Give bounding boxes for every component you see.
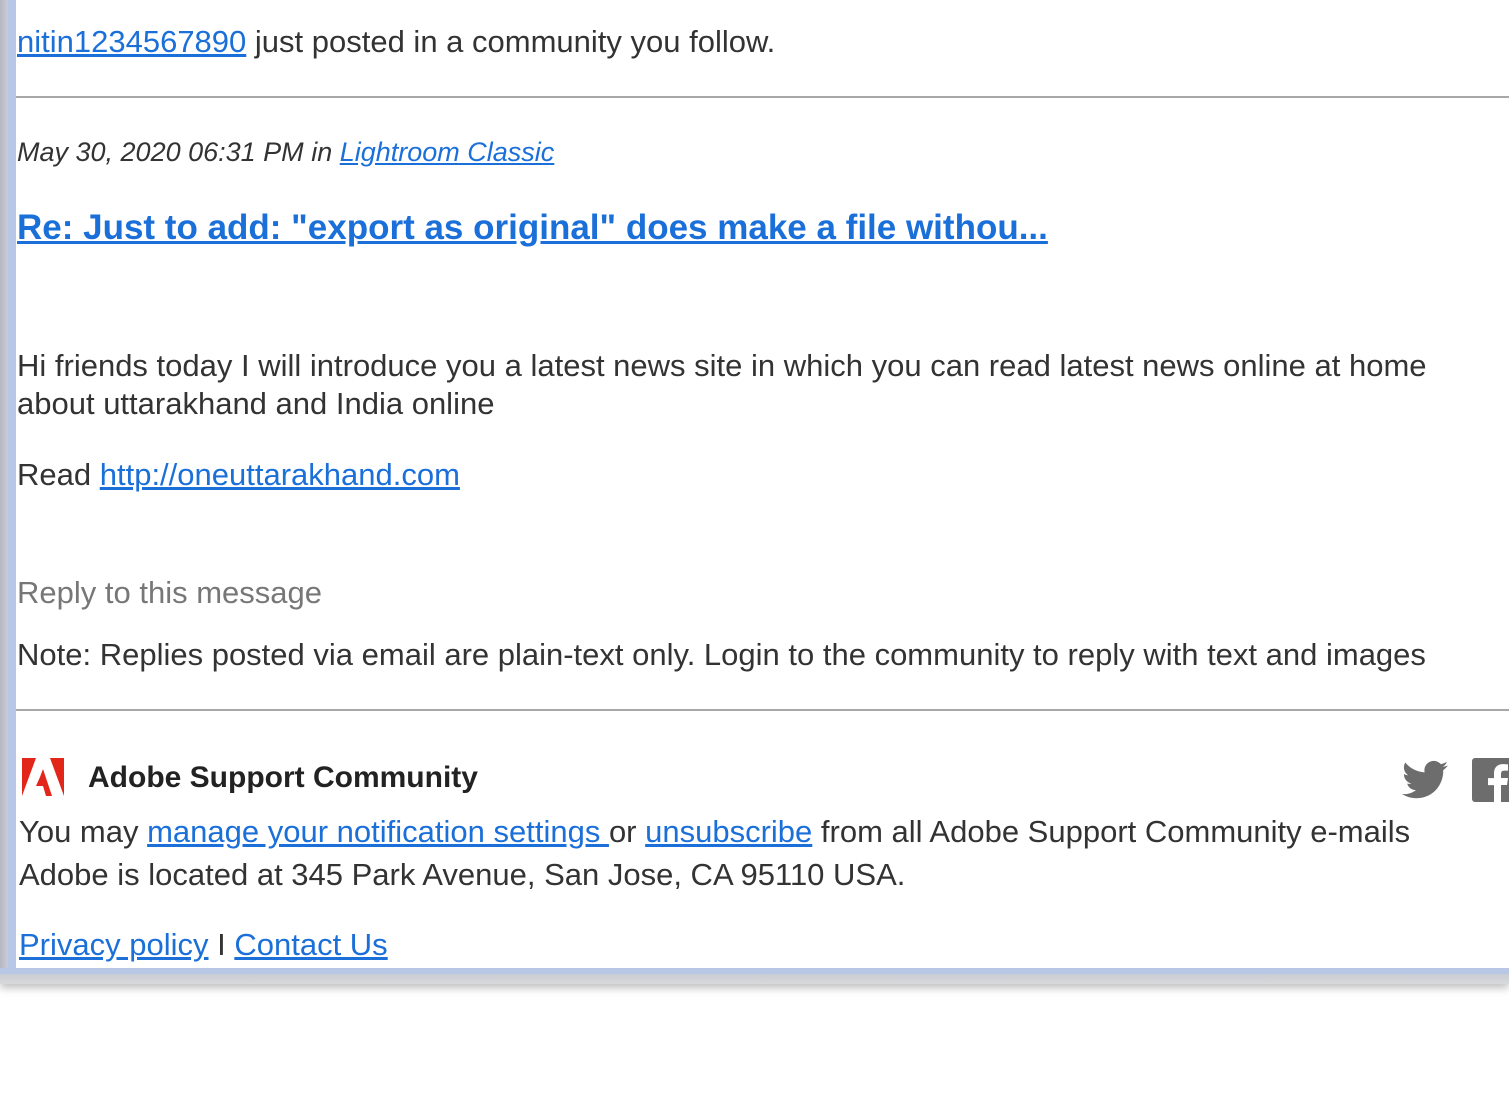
- post-title-link[interactable]: Re: Just to add: "export as original" do…: [17, 208, 1048, 247]
- divider: [16, 96, 1509, 98]
- unsubscribe-link[interactable]: unsubscribe: [645, 814, 812, 849]
- twitter-icon[interactable]: [1402, 760, 1448, 800]
- post-meta: May 30, 2020 06:31 PM in Lightroom Class…: [17, 137, 554, 168]
- external-link[interactable]: http://oneuttarakhand.com: [100, 457, 460, 492]
- manage-or: or: [608, 814, 646, 849]
- author-link[interactable]: nitin1234567890: [17, 24, 246, 59]
- privacy-policy-link[interactable]: Privacy policy: [19, 927, 209, 962]
- manage-settings-link[interactable]: manage your notification settings: [147, 814, 609, 849]
- brand-name: Adobe Support Community: [88, 761, 478, 794]
- reply-note: Note: Replies posted via email are plain…: [17, 637, 1426, 672]
- post-body-line: about uttarakhand and India online: [17, 386, 495, 421]
- footer-separator: I: [208, 927, 235, 962]
- notification-settings-line: You may manage your notification setting…: [19, 814, 1410, 850]
- post-title: Re: Just to add: "export as original" do…: [17, 208, 1048, 248]
- footer-links: Privacy policy I Contact Us: [19, 927, 388, 963]
- contact-us-link[interactable]: Contact Us: [234, 927, 387, 962]
- manage-suffix: from all Adobe Support Community e-mails: [812, 814, 1411, 849]
- intro-text: just posted in a community you follow.: [246, 24, 776, 59]
- adobe-logo-icon: [22, 758, 64, 796]
- company-address: Adobe is located at 345 Park Avenue, San…: [19, 857, 906, 892]
- post-in-text: in: [303, 137, 340, 167]
- post-date: May 30, 2020 06:31 PM: [17, 137, 304, 167]
- window-bottom-edge: [0, 968, 1509, 984]
- community-link[interactable]: Lightroom Classic: [340, 137, 555, 167]
- intro-line: nitin1234567890 just posted in a communi…: [17, 24, 775, 60]
- read-line: Read http://oneuttarakhand.com: [17, 457, 460, 493]
- manage-prefix: You may: [19, 814, 148, 849]
- reply-to-message[interactable]: Reply to this message: [17, 575, 322, 611]
- divider: [16, 709, 1509, 711]
- email-body: nitin1234567890 just posted in a communi…: [16, 0, 1509, 968]
- read-label: Read: [17, 457, 100, 492]
- email-window: nitin1234567890 just posted in a communi…: [0, 0, 1509, 984]
- facebook-icon[interactable]: [1472, 758, 1509, 802]
- post-body-line: Hi friends today I will introduce you a …: [17, 348, 1427, 383]
